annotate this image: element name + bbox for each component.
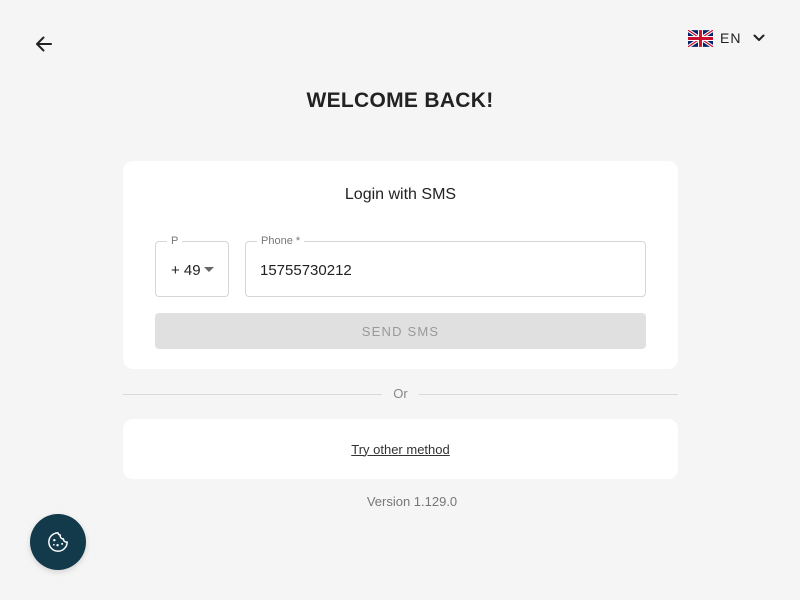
country-prefix-select[interactable]: P + 49 (155, 235, 229, 297)
page: EN WELCOME BACK! Login with SMS P + 49 P… (0, 0, 800, 600)
card-title: Login with SMS (344, 186, 457, 203)
or-divider: Or (123, 384, 678, 404)
divider-line-right (419, 394, 678, 395)
try-other-method-link[interactable]: Try other method (351, 442, 450, 457)
caret-down-icon (204, 267, 214, 272)
page-title: WELCOME BACK! (306, 89, 494, 112)
login-card: Login with SMS P + 49 Phone * SEND SMS (123, 161, 678, 369)
language-selector[interactable]: EN (688, 26, 765, 50)
chevron-down-icon (753, 34, 765, 42)
prefix-value: + 49 (171, 262, 201, 279)
uk-flag-icon (688, 29, 713, 47)
send-sms-button[interactable]: SEND SMS (155, 313, 646, 349)
phone-label: Phone * (257, 235, 305, 247)
other-method-card: Try other method (123, 419, 678, 479)
prefix-label: P (167, 235, 183, 247)
phone-field: Phone * (245, 235, 646, 297)
back-button[interactable] (30, 30, 58, 58)
version-text: Version 1.129.0 (366, 494, 458, 509)
cookie-settings-button[interactable] (30, 514, 86, 570)
language-code: EN (720, 30, 742, 46)
arrow-left-icon (36, 36, 52, 52)
cookie-icon (48, 532, 68, 552)
phone-input[interactable] (260, 260, 630, 280)
